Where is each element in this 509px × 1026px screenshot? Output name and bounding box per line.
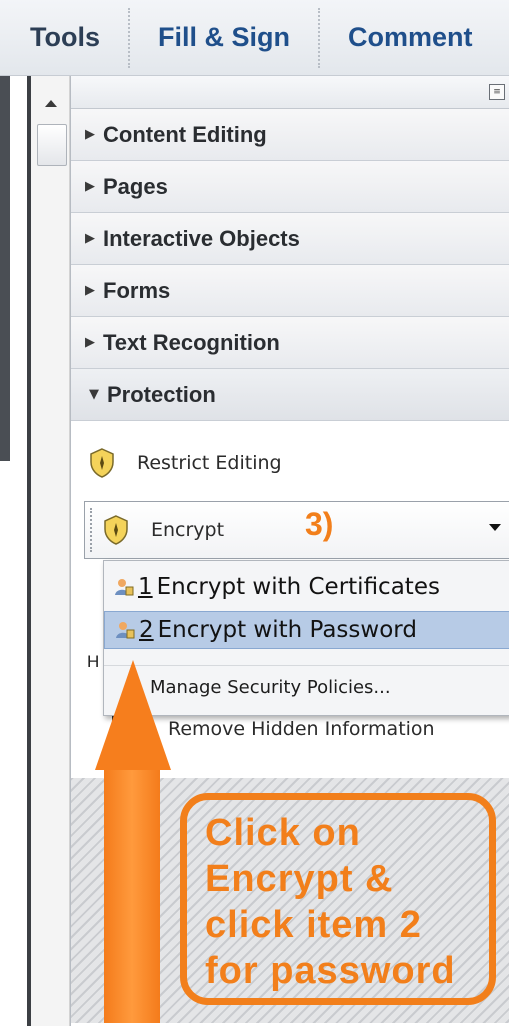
callout-line: Click on: [205, 812, 361, 854]
menu-item-number: 2: [139, 617, 154, 643]
menu-item-label: Encrypt with Password: [157, 617, 417, 643]
section-pages[interactable]: ▶ Pages: [71, 161, 509, 213]
scroll-thumb[interactable]: [37, 124, 67, 166]
vertical-scrollbar[interactable]: [31, 76, 70, 1026]
menu-item-label: Encrypt with Certificates: [156, 574, 440, 600]
menu-item-encrypt-password[interactable]: 2 Encrypt with Password: [104, 611, 509, 649]
section-interactive-objects[interactable]: ▶ Interactive Objects: [71, 213, 509, 265]
annotation-arrow-up-icon: [95, 660, 171, 770]
tab-tools[interactable]: Tools: [0, 8, 128, 68]
encrypt-tool[interactable]: Encrypt 3): [84, 501, 509, 559]
password-user-icon: [116, 622, 135, 639]
panel-header: ≡: [71, 76, 509, 109]
menu-item-encrypt-certificates[interactable]: 1 Encrypt with Certificates: [104, 569, 509, 605]
encrypt-row: Encrypt: [103, 506, 224, 554]
restrict-editing-label: Restrict Editing: [137, 452, 282, 474]
section-label: Interactive Objects: [103, 225, 300, 251]
collapsed-caret-icon: ▶: [85, 179, 95, 194]
section-text-recognition[interactable]: ▶ Text Recognition: [71, 317, 509, 369]
scroll-up-arrow-icon[interactable]: [45, 100, 57, 107]
collapsed-caret-icon: ▶: [85, 127, 95, 142]
collapsed-caret-icon: ▶: [85, 335, 95, 350]
callout-line: click item 2: [205, 904, 422, 946]
callout-line: Encrypt &: [205, 858, 394, 900]
document-edge: [0, 76, 10, 461]
section-protection[interactable]: ▼ Protection: [71, 369, 509, 421]
remove-hidden-label: Remove Hidden Information: [168, 718, 435, 740]
shield-icon: [90, 448, 114, 478]
panel-options-icon[interactable]: ≡: [489, 84, 505, 100]
step-number-annotation: 3): [305, 506, 334, 542]
section-label: Pages: [103, 173, 168, 199]
top-toolbar: Tools Fill & Sign Comment: [0, 0, 509, 76]
section-content-editing[interactable]: ▶ Content Editing: [71, 109, 509, 161]
section-label: Text Recognition: [103, 329, 280, 355]
menu-item-number: 1: [138, 574, 153, 600]
expanded-caret-icon: ▼: [89, 387, 99, 402]
section-label: Content Editing: [103, 121, 267, 147]
restrict-editing-tool[interactable]: Restrict Editing: [89, 439, 282, 487]
collapsed-caret-icon: ▶: [85, 231, 95, 246]
section-label: Protection: [107, 381, 216, 407]
grip-handle: [90, 508, 98, 552]
section-label: Forms: [103, 277, 171, 303]
section-forms[interactable]: ▶ Forms: [71, 265, 509, 317]
collapsed-caret-icon: ▶: [85, 283, 95, 298]
tab-fill-sign[interactable]: Fill & Sign: [130, 8, 318, 68]
tab-comment[interactable]: Comment: [320, 8, 501, 68]
instruction-callout: Click on Encrypt & click item 2 for pass…: [180, 793, 496, 1005]
encrypt-label: Encrypt: [151, 519, 225, 541]
chevron-down-icon[interactable]: [489, 524, 501, 531]
shield-icon: [104, 515, 128, 545]
annotation-arrow-shaft: [104, 755, 160, 1023]
callout-line: for password: [205, 950, 456, 992]
certificate-user-icon: [115, 579, 134, 596]
